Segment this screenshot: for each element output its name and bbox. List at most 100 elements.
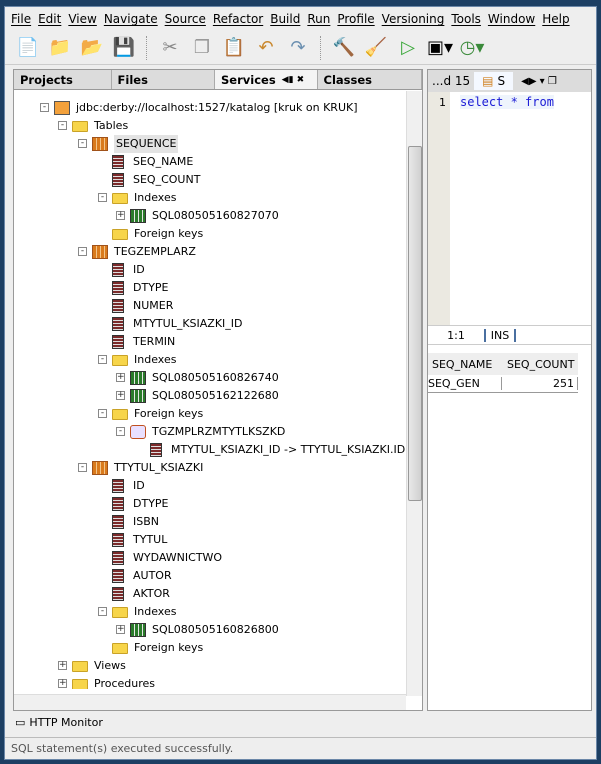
cut-icon[interactable]: ✂ — [157, 35, 183, 61]
tree-node[interactable]: + SQL080505160826740 — [14, 369, 404, 387]
menu-navigate[interactable]: Navigate — [104, 12, 158, 26]
expand-icon[interactable]: + — [116, 211, 125, 220]
tree-node[interactable]: + Views — [14, 657, 404, 675]
redo-icon[interactable]: ↷ — [285, 35, 311, 61]
sql-editor[interactable]: select * from — [460, 95, 554, 109]
menu-file[interactable]: File — [11, 12, 31, 26]
collapse-icon[interactable]: - — [78, 247, 87, 256]
tree-node[interactable]: - Foreign keys — [14, 405, 404, 423]
column-header[interactable]: SEQ_NAME — [428, 358, 502, 371]
tab-services[interactable]: Services ◀▮ ✖ — [215, 70, 318, 89]
tree-node[interactable]: TERMIN — [14, 333, 404, 351]
undo-icon[interactable]: ↶ — [253, 35, 279, 61]
tree-node[interactable]: - TGZMPLRZMTYTLKSZKD — [14, 423, 404, 441]
tab-scroll-buttons[interactable]: ◀▶ ▾ ❐ — [521, 76, 557, 87]
tree-node[interactable]: - Indexes — [14, 603, 404, 621]
tree-node-label: AKTOR — [133, 587, 170, 600]
tree-node-label: Foreign keys — [134, 227, 204, 240]
save-all-icon[interactable]: 💾 — [111, 35, 137, 61]
tree-node-label: SQL080505160827070 — [152, 209, 279, 222]
minimize-icon[interactable]: ◀▮ ✖ — [282, 75, 305, 85]
tree-node[interactable]: WYDAWNICTWO — [14, 549, 404, 567]
tab-files[interactable]: Files — [112, 70, 216, 89]
collapse-icon[interactable]: - — [78, 463, 87, 472]
tree-node[interactable]: - Indexes — [14, 351, 404, 369]
menu-view[interactable]: View — [68, 12, 96, 26]
collapse-icon[interactable]: - — [78, 139, 87, 148]
http-monitor-tab[interactable]: ▭ HTTP Monitor — [5, 711, 596, 733]
expand-icon[interactable]: + — [58, 661, 67, 670]
collapse-icon[interactable]: - — [98, 607, 107, 616]
vertical-scrollbar[interactable] — [406, 91, 422, 696]
profile-icon[interactable]: ◷▾ — [459, 35, 485, 61]
menu-source[interactable]: Source — [165, 12, 206, 26]
collapse-icon[interactable]: - — [58, 121, 67, 130]
tree-node[interactable]: AKTOR — [14, 585, 404, 603]
tree-node[interactable]: - jdbc:derby://localhost:1527/katalog [kr… — [14, 99, 404, 117]
tree-node[interactable]: SEQ_COUNT — [14, 171, 404, 189]
build-icon[interactable]: 🔨 — [331, 35, 357, 61]
menu-edit[interactable]: Edit — [38, 12, 61, 26]
collapse-icon[interactable]: - — [40, 103, 49, 112]
line-gutter: 1 — [428, 92, 450, 325]
menu-refactor[interactable]: Refactor — [213, 12, 263, 26]
collapse-icon[interactable]: - — [116, 427, 125, 436]
tree-node[interactable]: MTYTUL_KSIAZKI_ID -> TTYTUL_KSIAZKI.ID — [14, 441, 405, 459]
menu-tools[interactable]: Tools — [451, 12, 481, 26]
tree-node[interactable]: - TEGZEMPLARZ — [14, 243, 404, 261]
tree-node[interactable]: - Tables — [14, 117, 404, 135]
table-row[interactable]: SEQ_GEN 251 — [428, 375, 578, 393]
tab-projects[interactable]: Projects — [14, 70, 112, 89]
index-icon — [130, 389, 146, 403]
tree-node[interactable]: AUTOR — [14, 567, 404, 585]
menu-profile[interactable]: Profile — [337, 12, 374, 26]
tree-node[interactable]: - Indexes — [14, 189, 404, 207]
menu-run[interactable]: Run — [307, 12, 330, 26]
tree-node[interactable]: + SQL080505162122680 — [14, 387, 404, 405]
tree-node[interactable]: + SQL080505160826800 — [14, 621, 404, 639]
menu-help[interactable]: Help — [542, 12, 569, 26]
expand-icon[interactable]: + — [116, 373, 125, 382]
menu-build[interactable]: Build — [270, 12, 300, 26]
tree-node[interactable]: SEQ_NAME — [14, 153, 404, 171]
paste-icon[interactable]: 📋 — [221, 35, 247, 61]
tree-node[interactable]: ID — [14, 477, 404, 495]
tree-node[interactable]: Foreign keys — [14, 639, 404, 657]
new-project-icon[interactable]: 📁 — [47, 35, 73, 61]
copy-icon[interactable]: ❐ — [189, 35, 215, 61]
tree-node[interactable]: TYTUL — [14, 531, 404, 549]
editor-tab-active[interactable]: ▤ S — [474, 72, 514, 90]
expand-icon[interactable]: + — [116, 625, 125, 634]
tree-node[interactable]: + Procedures — [14, 675, 404, 689]
tree-node[interactable]: - SEQUENCE — [14, 135, 404, 153]
table-cell[interactable]: 251 — [502, 377, 578, 390]
column-header[interactable]: SEQ_COUNT — [502, 358, 578, 371]
open-project-icon[interactable]: 📂 — [79, 35, 105, 61]
collapse-icon[interactable]: - — [98, 409, 107, 418]
debug-icon[interactable]: ▣▾ — [427, 35, 453, 61]
tree-node[interactable]: DTYPE — [14, 279, 404, 297]
clean-build-icon[interactable]: 🧹 — [363, 35, 389, 61]
tab-classes[interactable]: Classes — [318, 70, 422, 89]
tree-node-label: TGZMPLRZMTYTLKSZKD — [152, 425, 286, 438]
tree-node[interactable]: NUMER — [14, 297, 404, 315]
run-icon[interactable]: ▷ — [395, 35, 421, 61]
scroll-thumb[interactable] — [408, 146, 422, 501]
expand-icon[interactable]: + — [58, 679, 67, 688]
new-file-icon[interactable]: 📄 — [15, 35, 41, 61]
tree-node[interactable]: MTYTUL_KSIAZKI_ID — [14, 315, 404, 333]
tree-node[interactable]: Foreign keys — [14, 225, 404, 243]
tree-node[interactable]: ISBN — [14, 513, 404, 531]
expand-icon[interactable]: + — [116, 391, 125, 400]
menu-window[interactable]: Window — [488, 12, 535, 26]
table-cell[interactable]: SEQ_GEN — [428, 377, 502, 390]
tree-node[interactable]: - TTYTUL_KSIAZKI — [14, 459, 404, 477]
collapse-icon[interactable]: - — [98, 355, 107, 364]
horizontal-scrollbar[interactable] — [14, 694, 406, 710]
tree-node[interactable]: ID — [14, 261, 404, 279]
tree-node[interactable]: DTYPE — [14, 495, 404, 513]
tree-node[interactable]: + SQL080505160827070 — [14, 207, 404, 225]
editor-tab-prev[interactable]: ...d 15 — [428, 74, 474, 88]
menu-versioning[interactable]: Versioning — [382, 12, 445, 26]
collapse-icon[interactable]: - — [98, 193, 107, 202]
